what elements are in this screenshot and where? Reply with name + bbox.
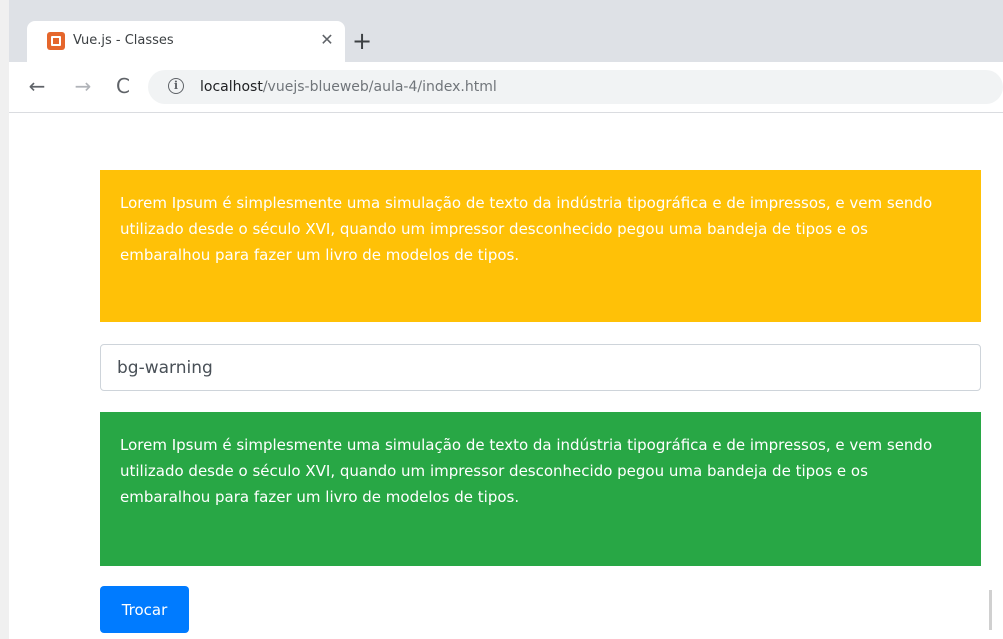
forward-arrow-icon[interactable]: → <box>71 74 95 98</box>
url-path: /vuejs-blueweb/aula-4/index.html <box>262 79 497 95</box>
scrollbar[interactable] <box>989 590 992 630</box>
tab-title: Vue.js - Classes <box>73 33 174 48</box>
swap-button[interactable]: Trocar <box>100 586 189 633</box>
tab-bar: Vue.js - Classes ✕ + <box>9 0 1003 62</box>
class-input[interactable] <box>100 344 981 391</box>
browser-toolbar: ← → C i localhost/vuejs-blueweb/aula-4/i… <box>9 62 1003 113</box>
new-tab-icon[interactable]: + <box>349 28 375 54</box>
tab-vuejs-classes[interactable]: Vue.js - Classes ✕ <box>27 21 345 62</box>
window-edge <box>0 0 9 639</box>
address-bar[interactable]: i localhost/vuejs-blueweb/aula-4/index.h… <box>148 70 1003 104</box>
favicon-icon <box>47 32 65 50</box>
warning-text-box: Lorem Ipsum é simplesmente uma simulação… <box>100 170 981 322</box>
url-host: localhost <box>200 79 263 95</box>
page-content: Lorem Ipsum é simplesmente uma simulação… <box>9 113 1003 639</box>
url-text[interactable]: localhost/vuejs-blueweb/aula-4/index.htm… <box>200 78 497 96</box>
info-icon[interactable]: i <box>168 78 184 94</box>
close-icon[interactable]: ✕ <box>317 30 337 50</box>
success-text-box: Lorem Ipsum é simplesmente uma simulação… <box>100 412 981 566</box>
reload-icon[interactable]: C <box>111 74 135 98</box>
back-arrow-icon[interactable]: ← <box>25 74 49 98</box>
